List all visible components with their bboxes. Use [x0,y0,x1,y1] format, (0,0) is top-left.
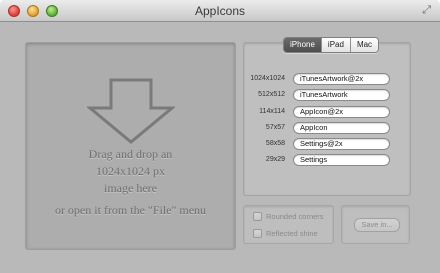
icon-row: 114x114 AppIcon@2x [243,106,409,118]
render-options-box: Rounded corners Reflected shine [243,205,334,244]
icon-size-label: 58x58 [265,140,285,147]
fullscreen-icon[interactable]: ⤢ [422,5,431,16]
icon-size-label: 29x29 [265,156,285,163]
window-title: AppIcons [194,4,246,18]
icon-filename-field[interactable]: iTunesArtwork [293,89,390,101]
drop-instructions-line2: 1024x1024 px [96,164,165,178]
icon-row: 512x512 iTunesArtwork [243,89,409,101]
icon-filename-field[interactable]: AppIcon@2x [293,106,390,118]
title-bar: AppIcons ⤢ [0,0,440,22]
icon-size-label: 1024x1024 [250,75,285,82]
save-in-button[interactable]: Save in... [354,218,400,232]
icon-row: 57x57 AppIcon [243,122,409,134]
icon-filename-field[interactable]: iTunesArtwork@2x [293,73,390,85]
icon-size-label: 114x114 [259,108,285,115]
file-menu-hint: or open it from the "File" menu [54,203,207,217]
reflected-shine-checkbox[interactable] [253,229,262,238]
drop-instructions-line1: Drag and drop an [88,147,173,161]
icon-row: 1024x1024 iTunesArtwork@2x [243,73,409,85]
icon-filename-field[interactable]: AppIcon [293,122,390,134]
rounded-corners-checkbox[interactable] [253,212,262,221]
tab-mac[interactable]: Mac [349,38,379,52]
icon-size-label: 512x512 [258,91,285,98]
device-segmented-control: iPhone iPad Mac [283,37,380,53]
tab-ipad[interactable]: iPad [320,38,350,52]
reflected-shine-label: Reflected shine [266,229,318,238]
icon-filename-field[interactable]: Settings [293,154,390,166]
rounded-corners-option[interactable]: Rounded corners [253,212,324,221]
icon-row: 29x29 Settings [243,154,409,166]
icon-list-panel [243,42,411,196]
app-window: AppIcons ⤢ Drag and drop an 1024x1024 px… [0,0,440,273]
icon-size-label: 57x57 [265,124,285,131]
drop-instructions-line3: image here [104,181,157,195]
icon-filename-field[interactable]: Settings@2x [293,138,390,150]
reflected-shine-option[interactable]: Reflected shine [253,229,318,238]
save-box: Save in... [341,205,410,244]
rounded-corners-label: Rounded corners [266,212,324,221]
image-drop-zone[interactable]: Drag and drop an 1024x1024 px image here… [25,42,236,250]
drop-instructions: Drag and drop an 1024x1024 px image here [26,146,235,197]
tab-iphone[interactable]: iPhone [284,38,321,52]
icon-row: 58x58 Settings@2x [243,138,409,150]
down-arrow-icon [87,78,175,144]
